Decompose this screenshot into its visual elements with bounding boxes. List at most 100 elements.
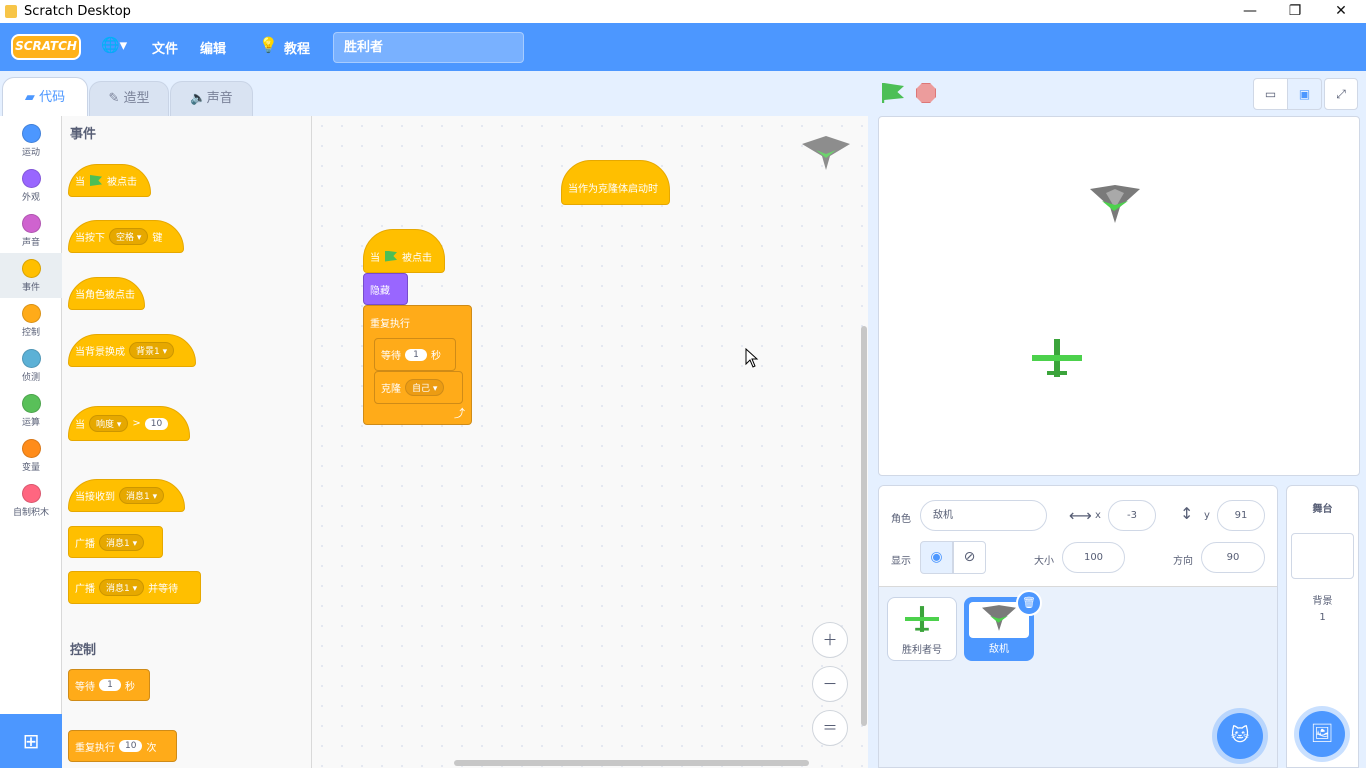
ws-block-wait[interactable]: 等待 1 秒 [374,338,456,371]
choose-backdrop-button[interactable]: 🖼 [1299,711,1345,757]
my-blocks-dot-icon [21,484,41,503]
green-flag-icon[interactable] [882,83,904,103]
broadcast-wait-dropdown[interactable]: 消息1 ▾ [99,579,145,596]
operators-dot-icon [21,394,41,413]
cat-icon: 🐱 [1230,725,1250,746]
motion-dot-icon [21,124,41,143]
sprite-properties: 角色 敌机 ⟷ x -3 ↕ y 91 显示 ◉ ⊘ 大小 100 方向 90 [879,486,1277,587]
app-icon [5,5,17,18]
category-events[interactable]: 事件 [0,253,62,298]
backdrop-label: 背景 [1312,596,1333,607]
category-sound[interactable]: 声音 [0,208,62,253]
key-dropdown[interactable]: 空格 ▾ [109,228,149,245]
category-sensing[interactable]: 侦测 [0,343,62,388]
repeat-count-input[interactable]: 10 [119,740,143,752]
tab-costumes[interactable]: ✎ 造型 [89,81,169,116]
delete-sprite-icon[interactable]: 🗑 [1016,590,1042,616]
ws-block-when-clone-starts[interactable]: 当作为克隆体启动时 [561,160,670,205]
horizontal-arrow-icon: ⟷ [1069,506,1092,525]
block-repeat[interactable]: 重复执行 10 次 [68,730,177,762]
block-broadcast[interactable]: 广播 消息1 ▾ [68,526,163,558]
message-dropdown[interactable]: 消息1 ▾ [119,487,165,504]
variables-dot-icon [21,439,41,458]
category-operators[interactable]: 运算 [0,388,62,433]
sprite-name-input[interactable]: 敌机 [920,500,1047,531]
choose-sprite-button[interactable]: 🐱 [1217,713,1263,759]
backdrop-thumbnail[interactable] [1291,533,1354,579]
block-wait[interactable]: 等待 1 秒 [68,669,150,701]
small-stage-icon[interactable]: ▭ [1253,78,1288,110]
zoom-in-button[interactable]: ＋ [812,622,848,658]
brush-icon: ✎ [108,91,124,106]
size-input[interactable]: 100 [1062,542,1125,573]
hide-eye-icon[interactable]: ⊘ [953,541,986,574]
tutorial-menu[interactable]: 教程 [284,38,310,57]
sensor-dropdown[interactable]: 响度 ▾ [89,415,129,432]
loop-arrow-icon: ⤴ [454,407,465,420]
edit-menu[interactable]: 编辑 [200,38,226,57]
ws-block-create-clone[interactable]: 克隆 自己 ▾ [374,371,463,404]
script-workspace[interactable]: 当作为克隆体启动时 当被点击 隐藏 重复执行 ⤴ 等待 1 秒 克隆 自己 ▾ ＋ －… [312,116,868,768]
y-input[interactable]: 91 [1217,500,1265,531]
zoom-out-button[interactable]: － [812,666,848,702]
block-when-loudness[interactable]: 当响度 ▾ >10 [68,406,190,441]
language-globe-icon[interactable]: 🌐▾ [101,36,127,54]
close-button[interactable]: ✕ [1318,0,1364,23]
block-when-key-pressed[interactable]: 当按下 空格 ▾ 键 [68,220,184,253]
sensing-dot-icon [21,349,41,368]
category-looks[interactable]: 外观 [0,163,62,208]
category-control[interactable]: 控制 [0,298,62,343]
stage-canvas[interactable] [878,116,1360,476]
code-icon: ▰ [24,90,40,105]
clone-target-dropdown[interactable]: 自己 ▾ [405,379,445,396]
large-stage-icon[interactable]: ▣ [1287,78,1322,110]
fullscreen-icon[interactable]: ⤢ [1324,78,1358,110]
threshold-input[interactable]: 10 [144,417,169,430]
green-flag-icon [90,175,102,186]
block-when-backdrop-switches[interactable]: 当背景换成 背景1 ▾ [68,334,196,367]
tab-sounds[interactable]: 🔈声音 [170,81,253,116]
control-section-title: 控制 [70,643,97,658]
sprite-tile-player[interactable]: 胜利者号 [887,597,957,661]
wait-seconds-input[interactable]: 1 [99,679,121,691]
add-extension-button[interactable]: ⊞ [0,714,62,768]
enemy-plane-sprite[interactable] [1090,185,1140,223]
player-plane-icon [905,606,939,632]
zoom-reset-button[interactable]: ＝ [812,710,848,746]
category-my-blocks[interactable]: 自制积木 [0,478,62,523]
scratch-logo[interactable]: SCRATCH [11,34,81,60]
enemy-plane-icon [982,605,1016,631]
sprite-list: 胜利者号 敌机 🗑 🐱 [879,587,1277,767]
block-when-flag-clicked[interactable]: 当被点击 [68,164,151,197]
ws-block-when-flag-clicked[interactable]: 当被点击 [363,229,445,273]
category-motion[interactable]: 运动 [0,118,62,163]
file-menu[interactable]: 文件 [152,38,178,57]
stage-controls: ▭ ▣ ⤢ [868,71,1366,116]
sound-dot-icon [21,214,41,233]
broadcast-dropdown[interactable]: 消息1 ▾ [99,533,145,551]
sprite-info-panel: 角色 敌机 ⟷ x -3 ↕ y 91 显示 ◉ ⊘ 大小 100 方向 90 … [878,485,1278,768]
events-dot-icon [21,259,41,278]
block-palette: 事件 当被点击 当按下 空格 ▾ 键 当角色被点击 当背景换成 背景1 ▾ 当响度 ▾… [62,116,312,768]
ws-wait-seconds-input[interactable]: 1 [405,348,427,361]
backdrop-count: 1 [1319,612,1326,623]
x-input[interactable]: -3 [1108,500,1156,531]
player-plane-sprite[interactable] [1032,339,1082,377]
tab-code[interactable]: ▰ 代码 [2,77,88,116]
workspace-vertical-scrollbar[interactable] [861,326,867,726]
lightbulb-icon: 💡 [259,36,278,54]
workspace-horizontal-scrollbar[interactable] [454,760,809,766]
project-title-input[interactable]: 胜利者 [333,32,524,63]
backdrop-dropdown[interactable]: 背景1 ▾ [129,342,175,359]
size-label: 大小 [1034,556,1054,567]
direction-input[interactable]: 90 [1201,542,1265,573]
stop-icon[interactable] [916,83,936,103]
block-broadcast-and-wait[interactable]: 广播 消息1 ▾ 并等待 [68,571,201,604]
minimize-button[interactable]: — [1227,0,1273,23]
category-variables[interactable]: 变量 [0,433,62,478]
restore-button[interactable]: ❐ [1272,0,1318,23]
show-eye-icon[interactable]: ◉ [920,541,953,574]
block-when-sprite-clicked[interactable]: 当角色被点击 [68,277,145,310]
ws-block-hide[interactable]: 隐藏 [363,273,408,305]
block-when-receive[interactable]: 当接收到 消息1 ▾ [68,479,185,512]
